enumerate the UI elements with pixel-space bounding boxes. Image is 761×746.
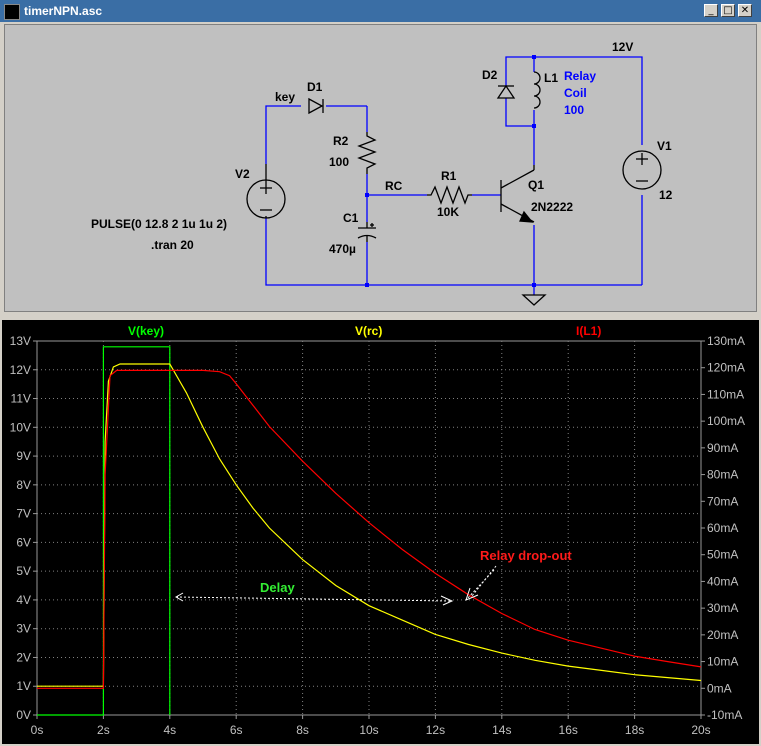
trace-label-vrc[interactable]: V(rc)	[355, 324, 382, 338]
components	[246, 71, 662, 306]
trace-label-vkey[interactable]: V(key)	[128, 324, 164, 338]
delay-annotation: Delay	[260, 580, 295, 595]
c1-label: C1	[343, 211, 359, 225]
y-left-tick-label: 11V	[11, 392, 31, 406]
net-label-rc: RC	[385, 179, 403, 193]
app-icon	[4, 4, 20, 20]
y-left-tick-label: 1V	[16, 679, 31, 693]
dropout-annotation: Relay drop-out	[480, 548, 572, 563]
y-left-tick-label: 3V	[16, 622, 31, 636]
v1-value: 12	[659, 188, 673, 202]
plot-grid	[37, 341, 701, 715]
x-tick-label: 0s	[31, 723, 44, 737]
plot-traces	[37, 346, 702, 716]
right-axis-ticks: -10mA 0mA 10mA 20mA 30mA 40mA 50mA 60mA 70mA 80mA…	[701, 334, 745, 722]
schematic-canvas: key D1 R2 100 V2 RC R1 10K C1 470µ Q1 2N…	[91, 40, 673, 306]
y-right-tick-label: 60mA	[707, 521, 738, 535]
y-right-tick-label: 30mA	[707, 601, 738, 615]
x-tick-label: 18s	[625, 723, 644, 737]
x-tick-label: 20s	[691, 723, 710, 737]
y-right-tick-label: 90mA	[707, 441, 738, 455]
waveform-plot: 0s 2s 4s 6s 8s 10s 12s 14s 16s 18s 20s 0V 1V 2V 3V 4V 5…	[10, 324, 745, 737]
y-left-tick-label: 13V	[10, 334, 31, 348]
maximize-button[interactable]: □	[721, 4, 735, 17]
y-right-tick-label: 80mA	[707, 468, 738, 482]
y-left-tick-label: 7V	[16, 507, 31, 521]
y-right-tick-label: 110mA	[707, 387, 744, 401]
trace-label-il1[interactable]: I(L1)	[576, 324, 601, 338]
y-left-tick-label: 10V	[10, 420, 31, 434]
y-right-tick-label: 120mA	[707, 361, 745, 375]
x-tick-label: 8s	[296, 723, 309, 737]
y-right-tick-label: 0mA	[707, 681, 732, 695]
y-left-tick-label: 2V	[16, 650, 31, 664]
d2-label: D2	[482, 68, 498, 82]
y-right-tick-label: -10mA	[707, 708, 742, 722]
q1-value: 2N2222	[531, 200, 573, 214]
y-left-tick-label: 4V	[16, 593, 31, 607]
close-button[interactable]: ✕	[738, 4, 752, 17]
y-left-tick-label: 12V	[10, 363, 31, 377]
y-right-tick-label: 20mA	[707, 628, 738, 642]
x-tick-label: 6s	[230, 723, 243, 737]
y-left-tick-label: 5V	[16, 564, 31, 578]
pulse-spec: PULSE(0 12.8 2 1u 1u 2)	[91, 217, 227, 231]
y-left-tick-label: 6V	[16, 535, 31, 549]
r2-value: 100	[329, 155, 349, 169]
window-title: timerNPN.asc	[24, 4, 103, 18]
relay-note-line2: Coil	[564, 86, 587, 100]
l1-label: L1	[544, 71, 558, 85]
y-left-tick-label: 9V	[16, 449, 31, 463]
x-tick-label: 14s	[492, 723, 511, 737]
v2-label: V2	[235, 167, 250, 181]
net-label-key: key	[275, 90, 295, 104]
x-tick-label: 12s	[426, 723, 445, 737]
tran-directive: .tran 20	[151, 238, 194, 252]
y-right-tick-label: 130mA	[707, 334, 745, 348]
x-tick-label: 16s	[559, 723, 578, 737]
y-left-tick-label: 8V	[16, 478, 31, 492]
q1-label: Q1	[528, 178, 544, 192]
minimize-button[interactable]: _	[704, 4, 718, 17]
waveform-pane[interactable]: 0s 2s 4s 6s 8s 10s 12s 14s 16s 18s 20s 0V 1V 2V 3V 4V 5…	[2, 320, 759, 744]
net-label-12v: 12V	[612, 40, 633, 54]
y-right-tick-label: 100mA	[707, 414, 745, 428]
r1-label: R1	[441, 169, 457, 183]
y-right-tick-label: 40mA	[707, 574, 738, 588]
v1-label: V1	[657, 139, 672, 153]
relay-note-line1: Relay	[564, 69, 596, 83]
x-tick-label: 2s	[97, 723, 110, 737]
y-left-tick-label: 0V	[16, 708, 31, 722]
y-right-tick-label: 10mA	[707, 655, 738, 669]
r1-value: 10K	[437, 205, 459, 219]
y-right-tick-label: 70mA	[707, 494, 738, 508]
r2-label: R2	[333, 134, 349, 148]
x-tick-label: 10s	[359, 723, 378, 737]
left-axis-ticks: 0V 1V 2V 3V 4V 5V 6V 7V 8V 9V 10V 11V 12V 13V	[10, 334, 37, 722]
window-title-bar: timerNPN.asc _ □ ✕	[0, 0, 761, 22]
c1-value: 470µ	[329, 242, 356, 256]
x-axis-ticks: 0s 2s 4s 6s 8s 10s 12s 14s 16s 18s 20s	[31, 715, 711, 737]
relay-note-line3: 100	[564, 103, 584, 117]
d1-label: D1	[307, 80, 323, 94]
y-right-tick-label: 50mA	[707, 548, 738, 562]
schematic-pane[interactable]: key D1 R2 100 V2 RC R1 10K C1 470µ Q1 2N…	[4, 24, 757, 312]
pane-splitter[interactable]	[0, 312, 761, 320]
x-tick-label: 4s	[163, 723, 176, 737]
